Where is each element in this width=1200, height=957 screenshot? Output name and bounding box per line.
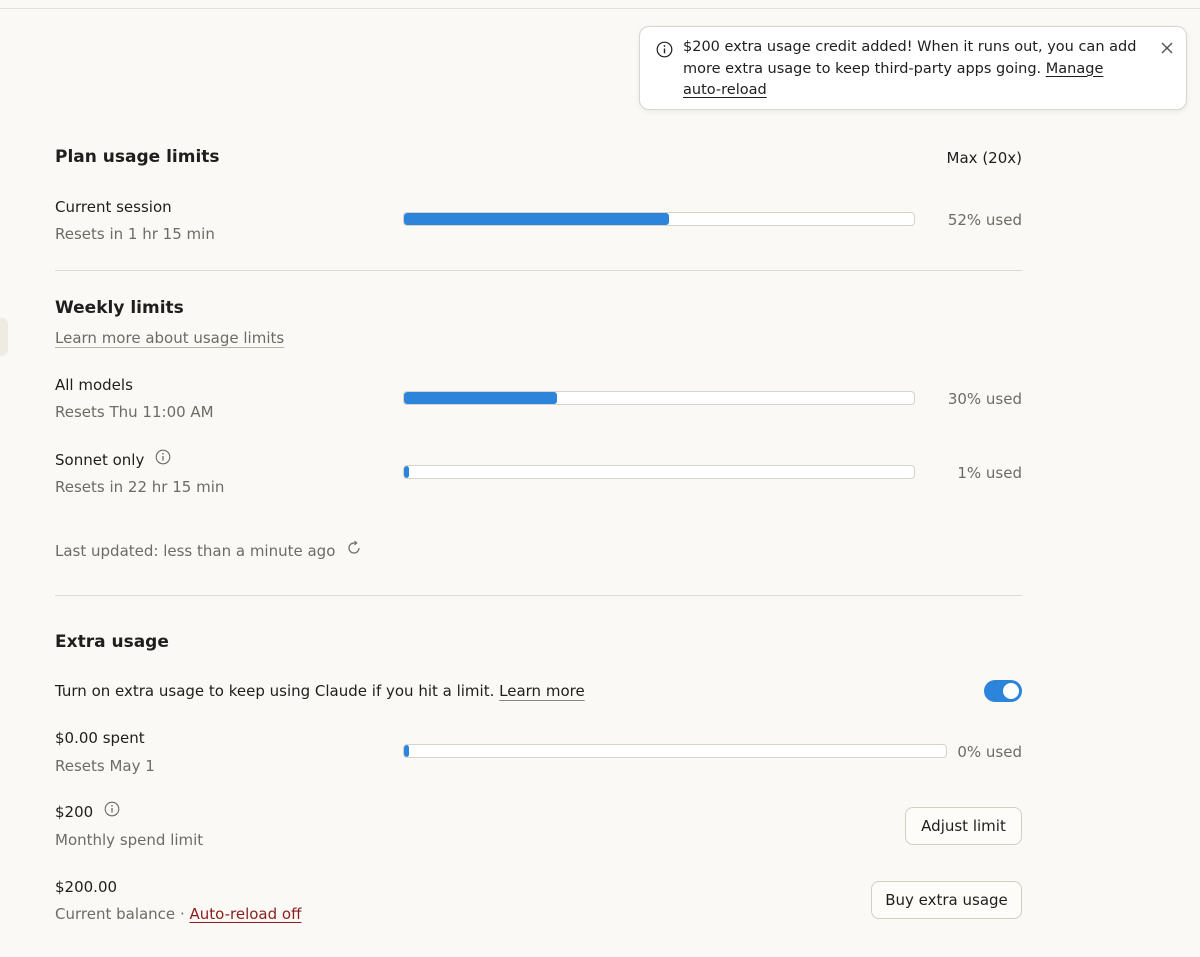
all-models-percent: 30% used	[947, 390, 1022, 408]
section-divider	[55, 595, 1022, 596]
limit-amount: $200	[55, 803, 94, 821]
sidebar-edge-handle[interactable]	[0, 318, 8, 356]
balance-row: Current balance · Auto-reload off	[55, 905, 301, 923]
all-models-reset: Resets Thu 11:00 AM	[55, 403, 214, 421]
sonnet-only-label: Sonnet only	[55, 451, 145, 469]
info-icon[interactable]	[155, 449, 171, 469]
toast-message: $200 extra usage credit added! When it r…	[683, 37, 1138, 102]
spent-label: $0.00 spent	[55, 729, 145, 747]
all-models-progress-fill	[404, 392, 557, 404]
spent-progress-fill	[404, 745, 409, 757]
separator: ·	[175, 905, 190, 923]
session-percent: 52% used	[947, 211, 1022, 229]
section-divider	[55, 270, 1022, 271]
spent-progress-bar	[403, 744, 947, 758]
balance-label: Current balance	[55, 905, 176, 923]
weekly-limits-title: Weekly limits	[55, 298, 184, 318]
session-label: Current session	[55, 198, 172, 216]
adjust-limit-button[interactable]: Adjust limit	[905, 807, 1022, 845]
sonnet-only-reset: Resets in 22 hr 15 min	[55, 478, 225, 496]
spent-reset: Resets May 1	[55, 757, 155, 775]
credit-toast: $200 extra usage credit added! When it r…	[639, 26, 1187, 110]
session-progress-fill	[404, 213, 670, 225]
toggle-knob	[1003, 683, 1019, 699]
extra-usage-toggle[interactable]	[984, 680, 1022, 702]
plan-name: Max (20x)	[946, 149, 1022, 167]
top-divider	[0, 8, 1200, 9]
limit-label: Monthly spend limit	[55, 831, 204, 849]
last-updated-text: Last updated: less than a minute ago	[55, 542, 336, 560]
refresh-icon[interactable]	[346, 540, 362, 560]
extra-usage-description: Turn on extra usage to keep using Claude…	[55, 682, 585, 700]
info-icon	[656, 41, 673, 62]
sonnet-percent: 1% used	[957, 464, 1022, 482]
all-models-label: All models	[55, 376, 133, 394]
session-progress-bar	[403, 212, 915, 226]
learn-more-usage-link[interactable]: Learn more about usage limits	[55, 329, 284, 347]
sonnet-progress-fill	[404, 466, 410, 478]
all-models-progress-bar	[403, 391, 915, 405]
extra-usage-text: Turn on extra usage to keep using Claude…	[55, 682, 500, 700]
buy-extra-usage-button[interactable]: Buy extra usage	[871, 881, 1022, 919]
balance-amount: $200.00	[55, 878, 118, 896]
last-updated-row: Last updated: less than a minute ago	[55, 540, 362, 560]
sonnet-only-row: Sonnet only	[55, 449, 171, 469]
plan-usage-title: Plan usage limits	[55, 147, 220, 167]
session-reset: Resets in 1 hr 15 min	[55, 225, 215, 243]
info-icon[interactable]	[104, 801, 120, 821]
learn-more-link[interactable]: Learn more	[499, 682, 585, 700]
limit-amount-row: $200	[55, 801, 120, 821]
spent-percent: 0% used	[957, 743, 1022, 761]
auto-reload-link[interactable]: Auto-reload off	[189, 905, 301, 923]
extra-usage-title: Extra usage	[55, 632, 169, 652]
close-icon[interactable]	[1160, 40, 1174, 59]
sonnet-progress-bar	[403, 465, 915, 479]
